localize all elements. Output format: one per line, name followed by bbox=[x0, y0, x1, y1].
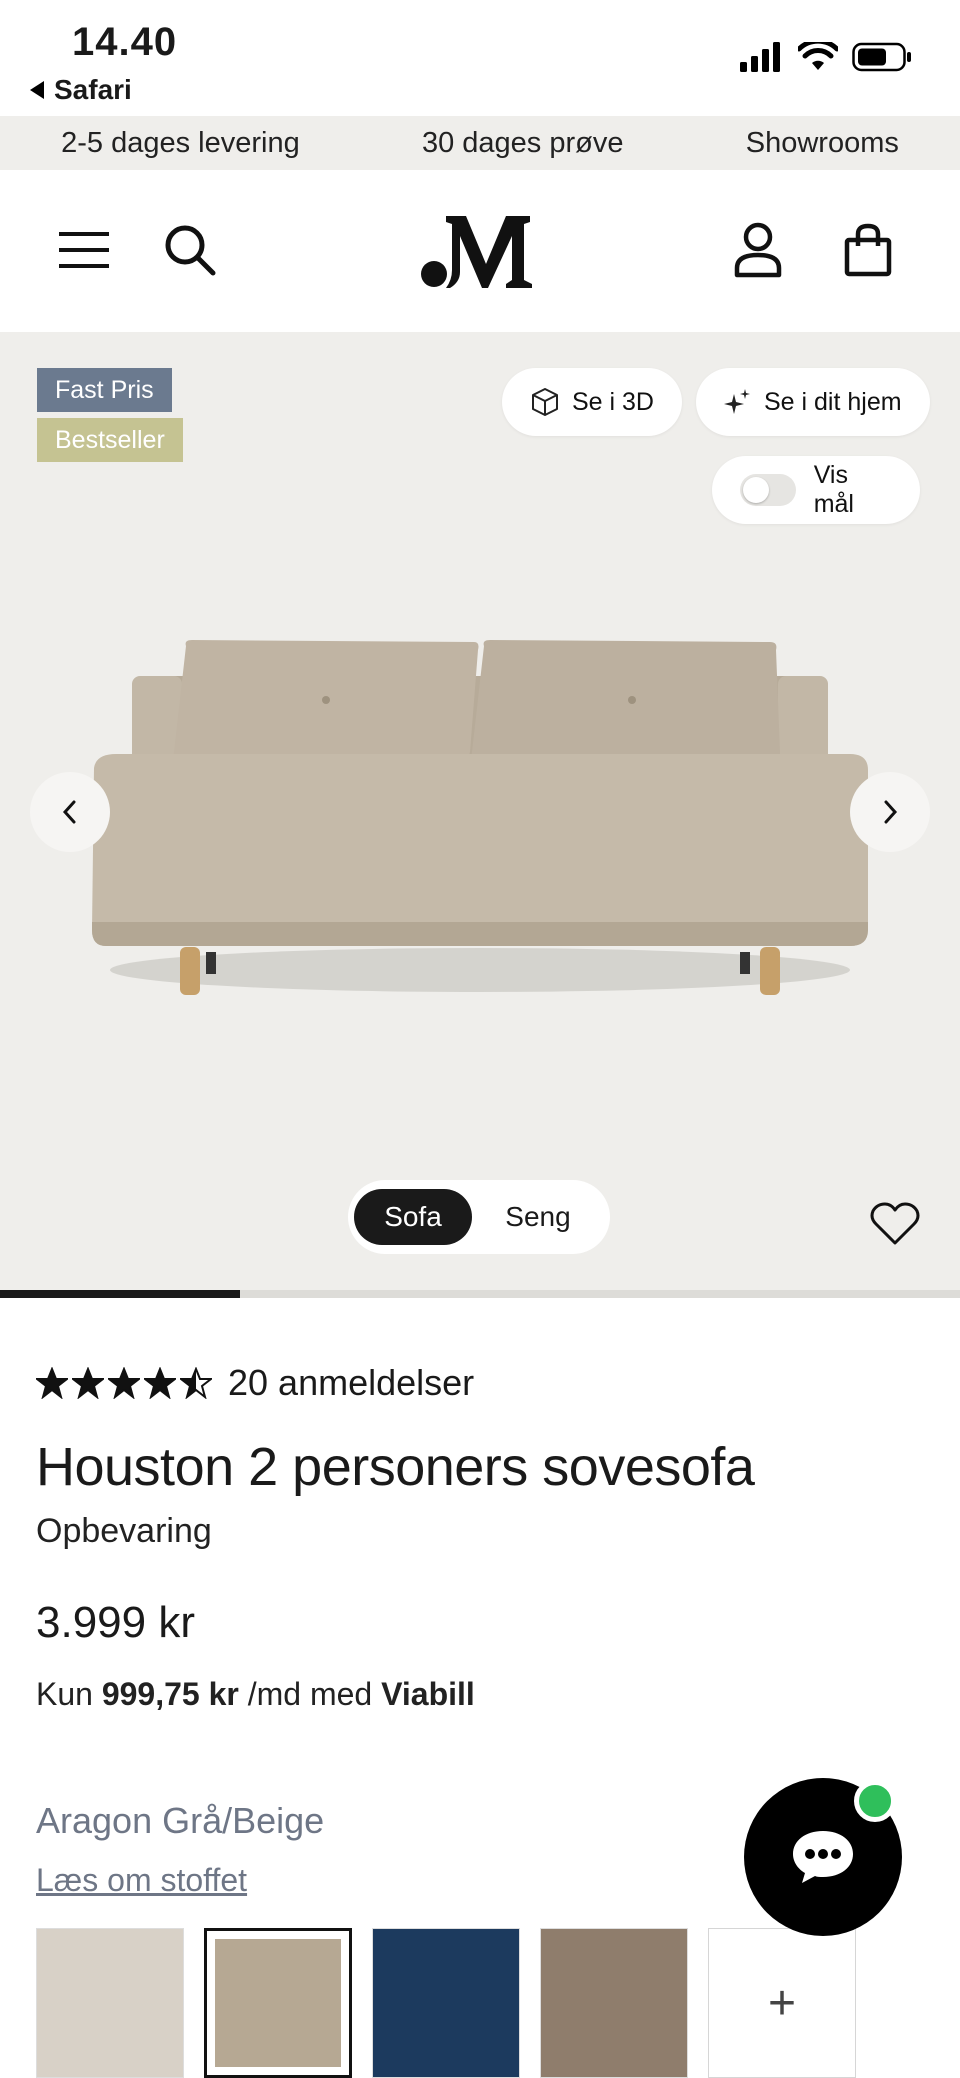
segment-bed[interactable]: Seng bbox=[472, 1189, 604, 1245]
gallery-prev-button[interactable] bbox=[30, 772, 110, 852]
fabric-info-link[interactable]: Læs om stoffet bbox=[36, 1862, 247, 1899]
signal-icon bbox=[740, 42, 780, 72]
product-price: 3.999 kr bbox=[36, 1598, 195, 1647]
wishlist-heart-icon[interactable] bbox=[870, 1202, 920, 1251]
see-in-home-button[interactable]: Se i dit hjem bbox=[696, 368, 930, 436]
finance-provider: Viabill bbox=[381, 1676, 475, 1712]
status-bar: 14.40 Safari bbox=[0, 0, 960, 116]
search-icon[interactable] bbox=[160, 220, 220, 280]
wifi-icon bbox=[798, 42, 838, 70]
gallery-progress-bar bbox=[0, 1290, 960, 1298]
rating[interactable]: 20 anmeldelser bbox=[36, 1362, 474, 1404]
sofa-product-image bbox=[92, 640, 868, 995]
gallery-next-button[interactable] bbox=[850, 772, 930, 852]
fabric-swatches: + bbox=[36, 1928, 856, 2078]
sofa-bed-switch: Sofa Seng bbox=[348, 1180, 610, 1254]
usp-showrooms[interactable]: Showrooms bbox=[746, 127, 899, 160]
product-gallery[interactable]: Fast Pris Bestseller Se i 3D Se i dit hj… bbox=[0, 332, 960, 1292]
fabric-name: Aragon Grå/Beige bbox=[36, 1800, 325, 1841]
star-full-icon bbox=[36, 1367, 68, 1399]
more-swatches-button[interactable]: + bbox=[708, 1928, 856, 2078]
chevron-right-icon bbox=[884, 800, 898, 824]
star-half-icon bbox=[180, 1367, 212, 1399]
show-dimensions-toggle[interactable]: Vis mål bbox=[712, 456, 920, 524]
cube-icon bbox=[532, 388, 558, 416]
review-count[interactable]: 20 anmeldelser bbox=[228, 1362, 474, 1404]
account-icon[interactable] bbox=[728, 220, 788, 280]
product-title: Houston 2 personers sovesofa bbox=[36, 1437, 755, 1497]
badge-bestseller: Bestseller bbox=[37, 418, 183, 462]
show-dimensions-label: Vis mål bbox=[813, 461, 854, 518]
swatch-navy[interactable] bbox=[372, 1928, 520, 2078]
battery-icon bbox=[852, 42, 911, 72]
menu-icon[interactable] bbox=[54, 220, 114, 280]
site-header bbox=[0, 170, 960, 332]
swatch-taupe[interactable] bbox=[540, 1928, 688, 2078]
chat-online-indicator bbox=[854, 1780, 896, 1822]
star-full-icon bbox=[72, 1367, 104, 1399]
see-3d-button[interactable]: Se i 3D bbox=[502, 368, 682, 436]
brand-logo[interactable] bbox=[420, 212, 540, 297]
badge-fast-price: Fast Pris bbox=[37, 368, 172, 412]
star-full-icon bbox=[144, 1367, 176, 1399]
segment-sofa[interactable]: Sofa bbox=[354, 1189, 472, 1245]
star-full-icon bbox=[108, 1367, 140, 1399]
bag-icon[interactable] bbox=[838, 220, 898, 280]
back-app-label: Safari bbox=[54, 74, 132, 105]
status-time: 14.40 bbox=[72, 20, 178, 64]
gallery-progress-fill bbox=[0, 1290, 240, 1298]
dimensions-switch[interactable] bbox=[740, 474, 796, 506]
finance-mid: /md med bbox=[247, 1676, 373, 1712]
sparkle-icon bbox=[724, 389, 750, 414]
see-3d-label: Se i 3D bbox=[572, 387, 654, 416]
chevron-left-icon bbox=[62, 800, 76, 824]
swatch-light-beige[interactable] bbox=[36, 1928, 184, 2078]
chat-bubble-icon bbox=[793, 1831, 853, 1883]
usp-bar: 2-5 dages levering 30 dages prøve Showro… bbox=[0, 116, 960, 170]
rating-stars bbox=[36, 1367, 212, 1399]
finance-amount: 999,75 kr bbox=[101, 1676, 239, 1712]
usp-trial: 30 dages prøve bbox=[421, 126, 624, 159]
finance-prefix: Kun bbox=[36, 1676, 93, 1712]
status-icons bbox=[740, 42, 912, 72]
financing-text: Kun 999,75 kr /md med Viabill bbox=[36, 1676, 475, 1713]
usp-delivery: 2-5 dages levering bbox=[61, 126, 300, 159]
back-triangle-icon bbox=[30, 81, 44, 99]
swatch-gray-beige-selected[interactable] bbox=[204, 1928, 352, 2078]
back-to-safari[interactable]: Safari bbox=[30, 74, 132, 106]
see-in-home-label: Se i dit hjem bbox=[764, 387, 902, 416]
product-subtitle: Opbevaring bbox=[36, 1512, 212, 1550]
